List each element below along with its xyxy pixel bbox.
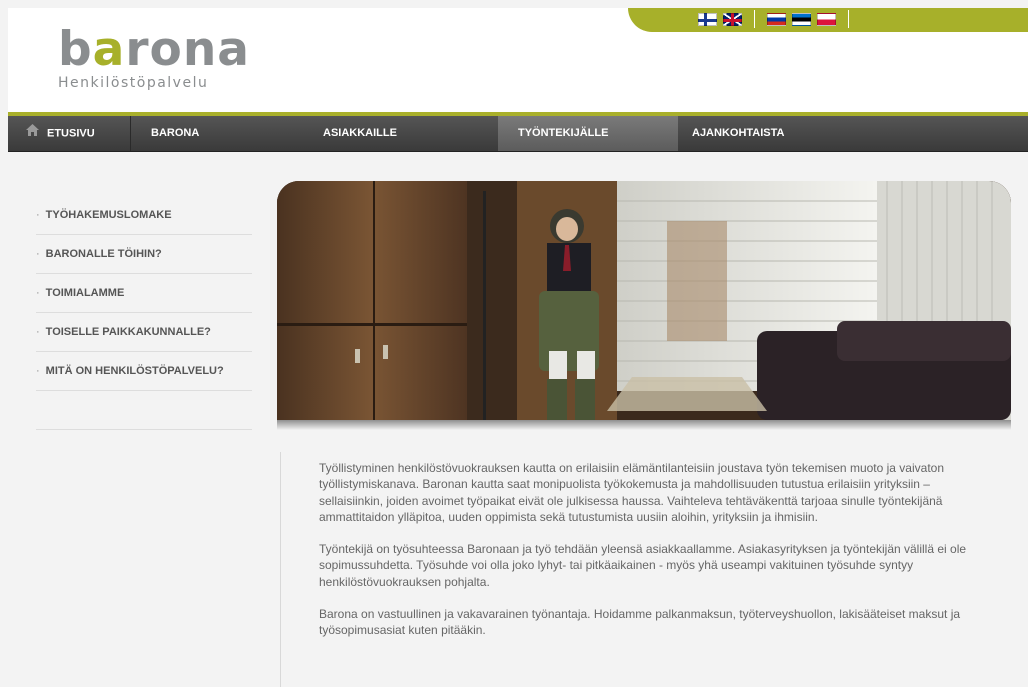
nav-item-label: ASIAKKAILLE [323, 127, 397, 139]
brand-wordmark: barona [58, 22, 251, 77]
main-nav: ETUSIVU BARONA ASIAKKAILLE TYÖNTEKIJÄLLE… [8, 116, 1028, 152]
page: barona Henkilöstöpalvelu ETUSIVU BARONA … [0, 0, 1028, 687]
sidebar-item-label: TOISELLE PAIKKAKUNNALLE? [45, 326, 211, 338]
content-paragraph: Työntekijä on työsuhteessa Baronaan ja t… [319, 542, 967, 589]
sidebar-item-label: TOIMIALAMME [45, 287, 125, 299]
nav-item-barona[interactable]: BARONA [151, 116, 199, 151]
nav-item-label: BARONA [151, 127, 200, 139]
nav-divider [130, 116, 131, 151]
language-bar [628, 8, 1028, 32]
nav-item-label: ETUSIVU [47, 127, 95, 140]
bullet-icon: · [36, 326, 40, 338]
bullet-icon: · [36, 365, 40, 377]
brand-tagline: Henkilöstöpalvelu [58, 75, 209, 91]
sidebar-menu: · TYÖHAKEMUSLOMAKE · BARONALLE TÖIHIN? · TO… [36, 196, 252, 430]
flag-divider [848, 10, 849, 28]
flag-uk-icon[interactable] [723, 12, 742, 26]
bullet-icon: · [36, 248, 40, 260]
sidebar-item-baronalle-toihin[interactable]: · BARONALLE TÖIHIN? [36, 235, 252, 274]
brand-logo[interactable]: barona Henkilöstöpalvelu [58, 26, 250, 91]
sidebar-item-tyohakemuslomake[interactable]: · TYÖHAKEMUSLOMAKE [36, 196, 252, 235]
content-divider [280, 452, 281, 687]
sidebar-item-label: TYÖHAKEMUSLOMAKE [45, 209, 172, 221]
hero-image [277, 181, 1011, 420]
main-content: Työllistyminen henkilöstövuokrauksen kau… [319, 460, 979, 655]
home-icon [26, 116, 39, 151]
sidebar-divider [36, 391, 252, 430]
content-paragraph: Työllistyminen henkilöstövuokrauksen kau… [319, 461, 944, 524]
bullet-icon: · [36, 287, 40, 299]
sidebar-item-label: MITÄ ON HENKILÖSTÖPALVELU? [45, 365, 224, 377]
office-photo [277, 181, 1011, 420]
sidebar-item-label: BARONALLE TÖIHIN? [45, 248, 162, 260]
sidebar-item-toimialamme[interactable]: · TOIMIALAMME [36, 274, 252, 313]
flag-poland-icon[interactable] [817, 12, 836, 26]
nav-item-etusivu[interactable]: ETUSIVU [26, 116, 95, 151]
hero-shadow [277, 420, 1011, 430]
sidebar-item-toiselle-paikkakunnalle[interactable]: · TOISELLE PAIKKAKUNNALLE? [36, 313, 252, 352]
nav-item-tyontekijalle[interactable]: TYÖNTEKIJÄLLE [498, 116, 678, 151]
flag-divider [754, 10, 755, 28]
flag-estonia-icon[interactable] [792, 12, 811, 26]
nav-item-label: AJANKOHTAISTA [692, 127, 785, 139]
nav-item-label: TYÖNTEKIJÄLLE [518, 127, 609, 139]
nav-item-ajankohtaista[interactable]: AJANKOHTAISTA [692, 116, 784, 151]
content-paragraph: Barona on vastuullinen ja vakavarainen t… [319, 607, 961, 638]
flag-russia-icon[interactable] [767, 12, 786, 26]
nav-item-asiakkaille[interactable]: ASIAKKAILLE [323, 116, 397, 151]
bullet-icon: · [36, 209, 40, 221]
sidebar-item-mita-on-henkilostopalvelu[interactable]: · MITÄ ON HENKILÖSTÖPALVELU? [36, 352, 252, 391]
flag-finland-icon[interactable] [698, 12, 717, 26]
